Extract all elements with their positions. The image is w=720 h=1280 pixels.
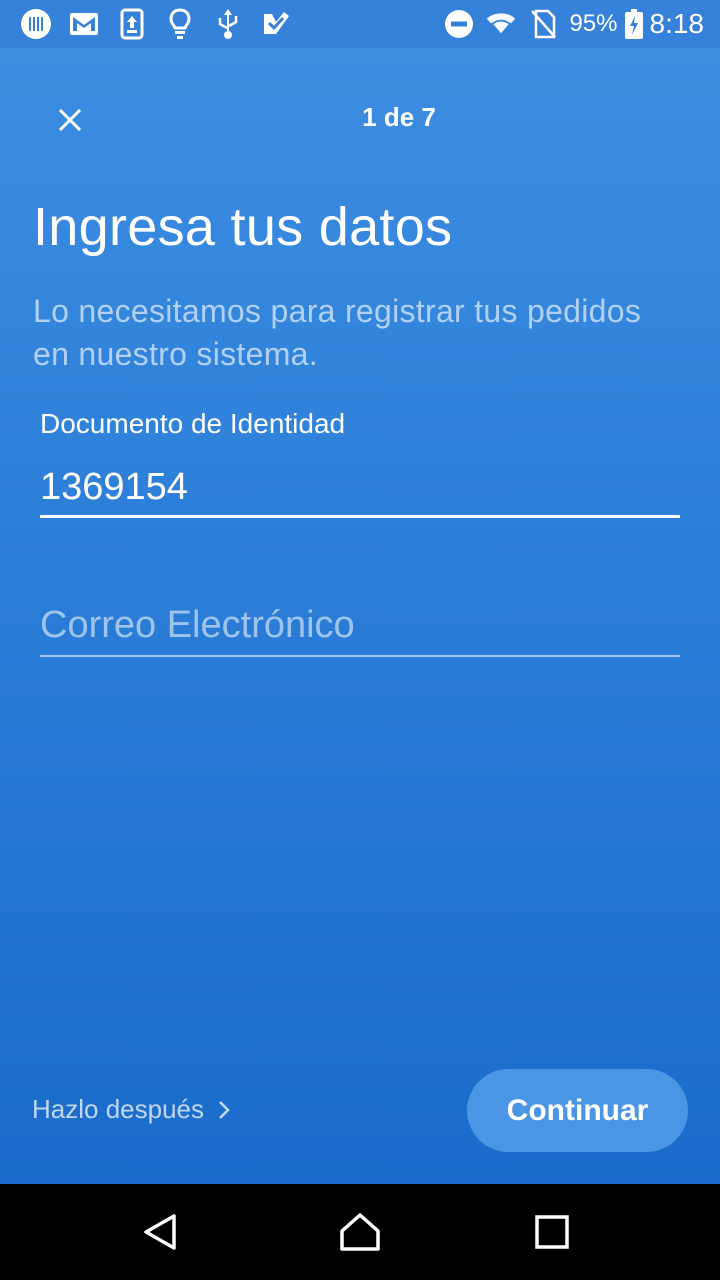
page-title: Ingresa tus datos xyxy=(33,197,453,257)
document-field[interactable] xyxy=(40,460,680,518)
barcode-app-icon xyxy=(20,8,52,40)
email-field[interactable] xyxy=(40,596,680,657)
status-bar: 95% 8:18 xyxy=(0,0,720,48)
home-button[interactable] xyxy=(330,1202,390,1262)
page-subtitle: Lo necesitamos para registrar tus pedido… xyxy=(33,293,642,372)
chevron-right-icon xyxy=(218,1100,230,1120)
wifi-icon xyxy=(485,8,517,40)
status-left xyxy=(20,8,308,40)
battery-charging-icon xyxy=(624,8,644,40)
no-sim-icon xyxy=(527,8,559,40)
status-right: 95% 8:18 xyxy=(443,8,704,40)
upload-icon xyxy=(116,8,148,40)
do-later-link[interactable]: Hazlo después xyxy=(32,1094,230,1125)
check-app-icon xyxy=(260,8,292,40)
navigation-bar xyxy=(0,1184,720,1280)
step-indicator: 1 de 7 xyxy=(362,102,436,132)
battery-percent: 95% xyxy=(569,10,618,37)
lightbulb-icon xyxy=(164,8,196,40)
recent-apps-button[interactable] xyxy=(522,1202,582,1262)
screen: 95% 8:18 1 de 7 Ingresa tus datos Lo nec… xyxy=(0,0,720,1184)
usb-icon xyxy=(212,8,244,40)
do-later-label: Hazlo después xyxy=(32,1094,204,1124)
home-icon xyxy=(340,1213,380,1251)
recent-apps-icon xyxy=(535,1215,569,1249)
back-button[interactable] xyxy=(130,1202,190,1262)
back-icon xyxy=(144,1214,176,1250)
gmail-icon xyxy=(68,8,100,40)
continue-button[interactable]: Continuar xyxy=(467,1069,688,1152)
clock: 8:18 xyxy=(649,8,705,39)
do-not-disturb-icon xyxy=(443,8,475,40)
document-field-label: Documento de Identidad xyxy=(40,408,346,439)
